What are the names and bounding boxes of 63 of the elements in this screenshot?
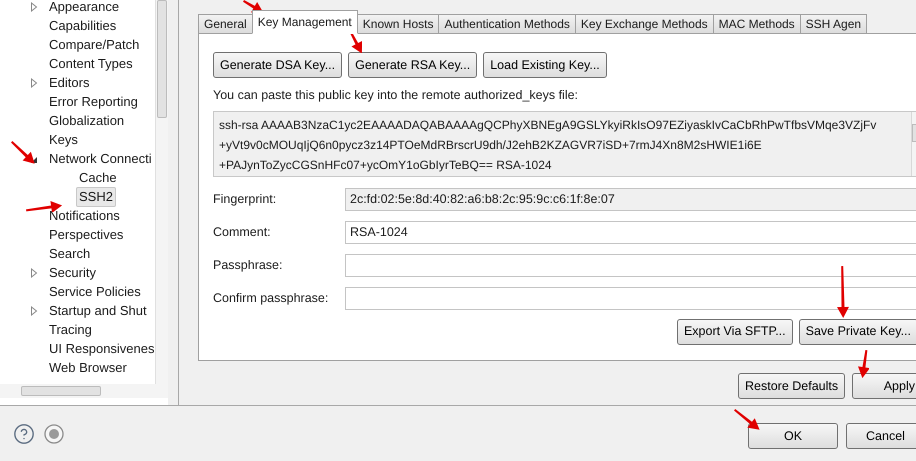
tab[interactable]: SSH Agen [800, 14, 868, 34]
tree-item[interactable]: Globalization [46, 110, 128, 130]
annotation-arrow-icon [243, 0, 264, 13]
tree-item[interactable]: Search [46, 244, 94, 264]
field-label: Comment: [213, 224, 272, 241]
key-button[interactable]: Generate DSA Key... [213, 52, 342, 78]
annotation-arrow-icon [26, 200, 62, 212]
help-icon[interactable] [13, 422, 35, 444]
tree-item[interactable]: Error Reporting [46, 92, 141, 112]
tree-item[interactable]: Editors [46, 72, 92, 92]
key-text-line: +yVt9v0cMOUqIjQ6n0pycz3z14PTOeMdRBrscrU9dh/J2ehB2KZAGVR7iSD+7rmJ4Xn8M2sHWIE1i6E [219, 136, 763, 154]
tree-item[interactable]: Capabilities [46, 16, 120, 36]
tab[interactable]: General [198, 14, 253, 34]
tab[interactable]: MAC Methods [712, 14, 801, 34]
tree-item[interactable]: Keys [46, 130, 81, 150]
key-text-line: ssh-rsa AAAAB3NzaC1yc2EAAAADAQABAAAAgQCPhyXBNEgA9GSLYkyiRkIsO97EZiyaskIvCaCbRhPwTfbsVMqe3VZjFv [219, 116, 878, 134]
tree-item[interactable]: SSH2 [76, 186, 116, 206]
record-icon[interactable] [44, 424, 64, 444]
tree-item[interactable]: Notifications [46, 206, 123, 226]
vertical-scrollbar[interactable] [155, 0, 168, 384]
public-key-area[interactable] [213, 110, 916, 177]
key-text-line: +PAJynToZycCGSnHFc07+ycOmY1oGbIyrTeBQ== RSA-1024 [219, 156, 553, 174]
tree-item[interactable]: Service Policies [46, 282, 144, 302]
tree-item[interactable]: Tracing [46, 320, 95, 340]
tree-item[interactable]: Compare/Patch [46, 34, 142, 54]
annotation-arrow-icon [858, 350, 870, 378]
collapsed-triangle-icon[interactable] [30, 268, 38, 278]
collapsed-triangle-icon[interactable] [30, 306, 38, 316]
tree-item[interactable]: Content Types [46, 54, 136, 74]
field-label: Confirm passphrase: [213, 290, 330, 307]
tab[interactable]: Key Exchange Methods [574, 14, 714, 34]
key-button[interactable]: Load Existing Key... [483, 52, 607, 78]
field-label: Passphrase: [213, 256, 284, 274]
tree-item[interactable]: Security [46, 262, 99, 282]
instruction-text: You can paste this public key into the remote authorized_keys file: [213, 87, 580, 104]
text-field[interactable] [345, 254, 916, 277]
annotation-arrow-icon [734, 409, 760, 430]
tab[interactable]: Key Management [252, 10, 358, 34]
tab[interactable]: Authentication Methods [438, 14, 576, 34]
tree-item[interactable]: Network Connecti [46, 148, 155, 168]
field-label: Fingerprint: [213, 190, 278, 208]
annotation-arrow-icon [836, 266, 849, 318]
ok-button[interactable]: OK [748, 423, 838, 449]
cancel-button[interactable]: Cancel [846, 423, 916, 449]
tree-item[interactable]: Cache [76, 168, 120, 188]
tree-item[interactable]: Startup and Shut [46, 300, 150, 320]
text-field[interactable] [345, 286, 916, 310]
collapsed-triangle-icon[interactable] [30, 78, 38, 88]
horizontal-scrollbar[interactable] [0, 384, 168, 398]
tree-item[interactable]: Appearance [46, 0, 122, 16]
action-button[interactable]: Export Via SFTP... [676, 318, 793, 345]
text-field[interactable]: RSA-1024 [345, 220, 916, 244]
collapsed-triangle-icon[interactable] [30, 2, 38, 12]
tab[interactable]: Known Hosts [356, 14, 440, 34]
text-field[interactable]: 2c:fd:02:5e:8d:40:82:a6:b8:2c:95:9c:c6:1f:8e:07 [345, 188, 916, 211]
tree-item[interactable]: Web Browser [46, 358, 130, 378]
restore-defaults-button[interactable]: Restore Defaults [738, 373, 845, 399]
key-button[interactable]: Generate RSA Key... [348, 52, 478, 78]
tree-item[interactable]: Perspectives [46, 224, 126, 244]
apply-button[interactable]: Apply [852, 373, 916, 399]
annotation-arrow-icon [11, 141, 35, 164]
tree-item[interactable]: UI Responsivenes [46, 338, 155, 358]
action-button[interactable]: Save Private Key... [798, 318, 916, 345]
